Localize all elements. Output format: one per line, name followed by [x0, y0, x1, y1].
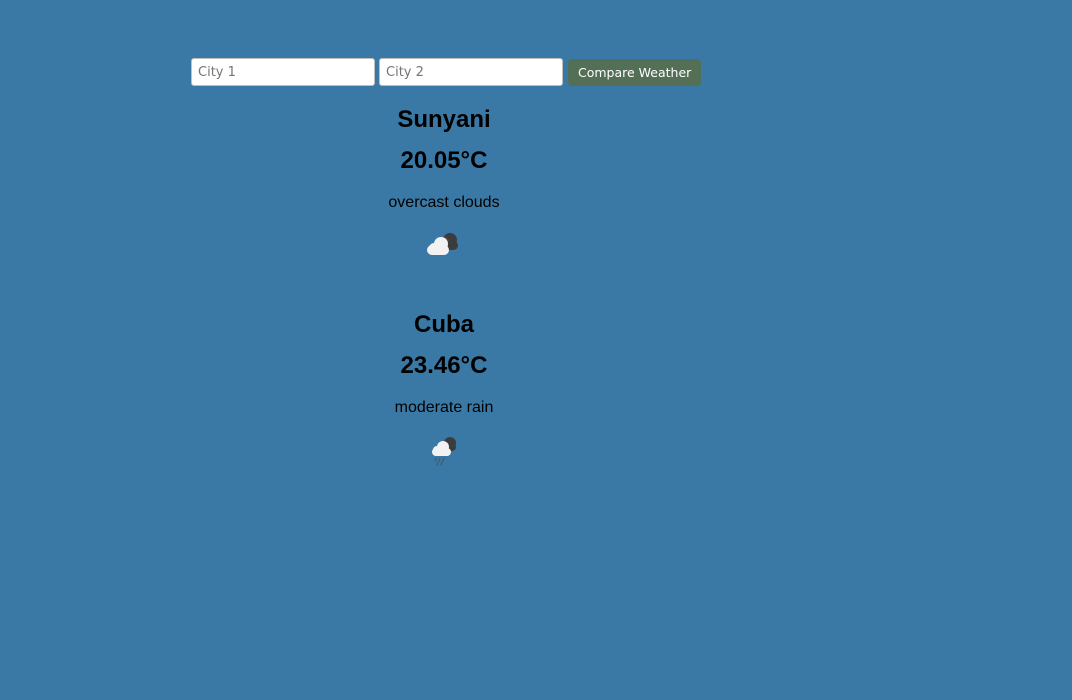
city2-input[interactable] — [379, 58, 563, 86]
weather-description: overcast clouds — [388, 194, 500, 211]
rain-cloud-icon — [432, 437, 456, 466]
weather-card-city1: Sunyani 20.05°C overcast clouds — [344, 100, 544, 305]
compare-weather-button[interactable]: Compare Weather — [568, 58, 702, 86]
city-name: Sunyani — [397, 106, 491, 133]
search-bar: Compare Weather — [191, 58, 702, 86]
weather-card-city2: Cuba 23.46°C moderate rain — [344, 305, 544, 510]
city-temperature: 23.46°C — [400, 352, 488, 379]
city-temperature: 20.05°C — [400, 147, 488, 174]
weather-description: moderate rain — [394, 399, 494, 416]
weather-results: Sunyani 20.05°C overcast clouds Cuba 23.… — [344, 100, 544, 510]
city-name: Cuba — [414, 311, 474, 338]
city1-input[interactable] — [191, 58, 375, 86]
overcast-clouds-icon — [427, 233, 458, 255]
